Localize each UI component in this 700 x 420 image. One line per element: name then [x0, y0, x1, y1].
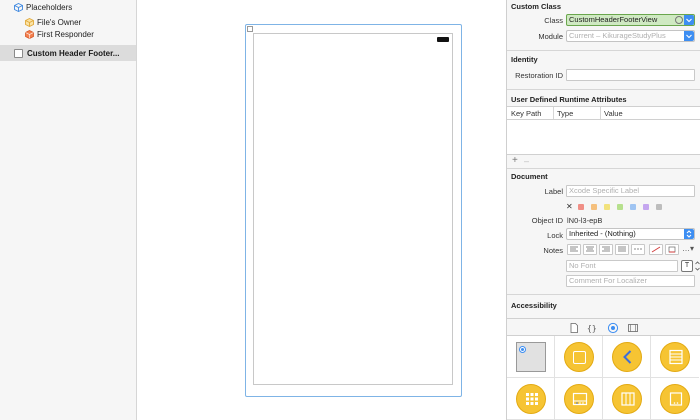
document-label-label: Label	[544, 187, 563, 196]
outline-first-responder-row[interactable]: First Responder	[0, 28, 136, 41]
first-responder-icon	[25, 30, 34, 39]
media-library-icon[interactable]	[627, 322, 639, 334]
font-picker-icon[interactable]: T	[681, 260, 693, 272]
object-library-grid	[507, 336, 700, 420]
label-color-blue-swatch[interactable]	[630, 204, 636, 210]
lock-label: Lock	[547, 231, 563, 240]
library-item[interactable]	[651, 336, 699, 378]
split-view-icon	[612, 384, 642, 414]
runtime-attributes-header: Key Path Type Value	[507, 106, 700, 120]
class-value: CustomHeaderFooterView	[569, 15, 658, 24]
text-color-icon[interactable]	[665, 244, 679, 255]
scene-dock-icon[interactable]	[247, 26, 253, 32]
label-color-yellow-swatch[interactable]	[604, 204, 610, 210]
document-label-field[interactable]: Xcode Specific Label	[566, 185, 695, 197]
document-outline: Placeholders File's Owner First Responde…	[0, 0, 137, 420]
identity-section-title: Identity	[511, 55, 538, 64]
library-item[interactable]	[603, 336, 651, 378]
restoration-id-field[interactable]	[566, 69, 695, 81]
label-color-green-swatch[interactable]	[617, 204, 623, 210]
add-attribute-button[interactable]: +	[512, 155, 518, 166]
notes-more-icon[interactable]: …▾	[682, 244, 696, 255]
identity-inspector: Custom Class Class CustomHeaderFooterVie…	[506, 0, 700, 420]
align-natural-icon[interactable]	[631, 244, 645, 255]
label-color-purple-swatch[interactable]	[643, 204, 649, 210]
value-column-header[interactable]: Value	[604, 109, 623, 118]
lock-popup[interactable]: Inherited - (Nothing)	[566, 228, 695, 240]
runtime-attributes-table[interactable]	[507, 120, 700, 155]
library-item[interactable]	[507, 378, 555, 420]
navigation-back-icon	[612, 342, 642, 372]
object-library-icon[interactable]	[607, 322, 619, 334]
outline-custom-header-footer-row[interactable]: Custom Header Footer...	[0, 45, 136, 61]
lock-stepper-icon[interactable]	[684, 229, 694, 239]
content-view[interactable]	[253, 33, 453, 385]
module-combobox[interactable]: Current – KikurageStudyPlus	[566, 30, 695, 42]
collection-view-icon	[516, 384, 546, 414]
library-item[interactable]	[507, 336, 555, 378]
section-divider	[507, 89, 700, 90]
custom-header-footer-view-scene[interactable]	[245, 24, 462, 397]
tab-bar-controller-icon	[564, 384, 594, 414]
section-divider	[507, 168, 700, 169]
label-color-red-swatch[interactable]	[578, 204, 584, 210]
comment-for-localizer-field[interactable]: Comment For Localizer	[566, 275, 695, 287]
accessibility-section-title: Accessibility	[511, 301, 557, 310]
label-color-orange-swatch[interactable]	[591, 204, 597, 210]
svg-text:{}: {}	[587, 324, 597, 333]
library-item[interactable]	[555, 378, 603, 420]
module-dropdown-icon[interactable]	[684, 31, 694, 41]
outline-first-responder-label: First Responder	[37, 30, 94, 39]
section-divider	[507, 50, 700, 51]
document-section-title: Document	[511, 172, 548, 181]
section-divider	[507, 294, 700, 295]
files-owner-cube-icon	[25, 18, 34, 27]
view-icon	[14, 48, 23, 58]
object-id-label: Object ID	[531, 216, 563, 225]
library-item[interactable]	[651, 378, 699, 420]
clear-label-color-button[interactable]: ✕	[566, 202, 573, 211]
module-label: Module	[538, 32, 563, 41]
battery-icon	[437, 37, 449, 42]
font-field[interactable]: No Font	[566, 260, 678, 272]
lock-value: Inherited - (Nothing)	[569, 229, 636, 238]
restoration-id-label: Restoration ID	[515, 71, 563, 80]
outline-placeholders-label: Placeholders	[26, 3, 73, 12]
page-view-icon	[660, 384, 690, 414]
view-controller-thumbnail-icon	[516, 342, 546, 372]
library-tab-bar: {}	[507, 318, 700, 336]
remove-attribute-button[interactable]: –	[524, 156, 529, 166]
table-view-icon	[660, 342, 690, 372]
class-label: Class	[544, 16, 563, 25]
align-center-icon[interactable]	[583, 244, 597, 255]
column-separator	[553, 107, 554, 119]
class-combobox[interactable]: CustomHeaderFooterView	[566, 14, 695, 26]
label-color-gray-swatch[interactable]	[656, 204, 662, 210]
align-left-icon[interactable]	[567, 244, 581, 255]
font-stepper-icon[interactable]	[695, 260, 700, 272]
strikethrough-color-icon[interactable]	[649, 244, 663, 255]
library-item[interactable]	[555, 336, 603, 378]
custom-class-section-title: Custom Class	[511, 2, 562, 11]
align-right-icon[interactable]	[599, 244, 613, 255]
column-separator	[600, 107, 601, 119]
align-justify-icon[interactable]	[615, 244, 629, 255]
class-dropdown-icon[interactable]	[684, 15, 694, 25]
view-object-icon	[564, 342, 594, 372]
go-to-class-icon[interactable]	[675, 16, 683, 24]
module-value: Current – KikurageStudyPlus	[569, 31, 666, 40]
outline-files-owner-label: File's Owner	[37, 18, 82, 27]
cube-icon	[14, 3, 23, 12]
file-template-library-icon[interactable]	[568, 322, 580, 334]
object-id-value: lN0-l3-epB	[567, 216, 603, 225]
outline-custom-header-footer-label: Custom Header Footer...	[27, 48, 120, 58]
notes-label: Notes	[543, 246, 563, 255]
code-snippet-library-icon[interactable]: {}	[586, 322, 598, 334]
outline-placeholders-row[interactable]: Placeholders	[0, 1, 136, 14]
type-column-header[interactable]: Type	[557, 109, 573, 118]
runtime-attributes-section-title: User Defined Runtime Attributes	[511, 95, 627, 104]
library-item[interactable]	[603, 378, 651, 420]
key-path-column-header[interactable]: Key Path	[511, 109, 541, 118]
